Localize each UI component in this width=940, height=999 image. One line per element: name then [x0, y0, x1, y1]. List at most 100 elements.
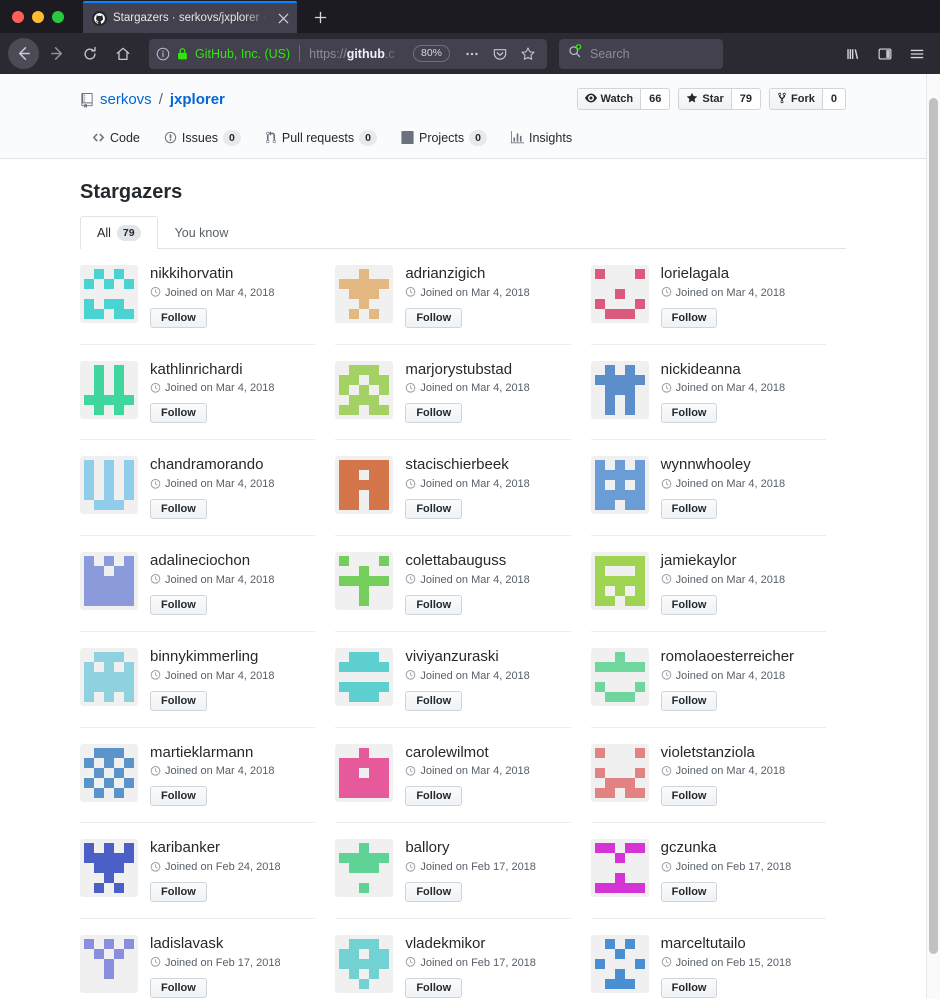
address-bar[interactable]: GitHub, Inc. (US) https://github.c 80%: [149, 38, 547, 69]
browser-tab[interactable]: Stargazers · serkovs/jxplorer · G: [83, 1, 297, 33]
tab-all[interactable]: All 79: [80, 215, 158, 249]
follow-button[interactable]: Follow: [405, 786, 463, 807]
avatar[interactable]: [80, 935, 138, 994]
star-button[interactable]: Star: [678, 88, 731, 111]
info-icon[interactable]: [155, 46, 171, 62]
avatar[interactable]: [590, 360, 649, 419]
follow-button[interactable]: Follow: [150, 882, 207, 903]
new-tab-button[interactable]: [307, 4, 333, 30]
stargazer-username-link[interactable]: karibanker: [150, 839, 299, 858]
forward-button[interactable]: [42, 39, 72, 69]
stargazer-username-link[interactable]: martieklarmann: [150, 744, 299, 763]
page-actions-icon[interactable]: [459, 41, 485, 67]
avatar[interactable]: [590, 552, 649, 611]
stargazer-username-link[interactable]: gczunka: [661, 839, 810, 858]
watch-count[interactable]: 66: [640, 88, 671, 111]
follow-button[interactable]: Follow: [405, 403, 463, 424]
stargazer-username-link[interactable]: kathlinrichardi: [150, 361, 299, 380]
star-count[interactable]: 79: [730, 88, 762, 111]
bookmark-star-icon[interactable]: [515, 41, 541, 67]
follow-button[interactable]: Follow: [660, 977, 718, 998]
follow-button[interactable]: Follow: [660, 786, 718, 807]
repo-nav-code[interactable]: Code: [80, 123, 152, 158]
stargazer-username-link[interactable]: wynnwhooley: [661, 456, 810, 475]
avatar[interactable]: [80, 360, 138, 419]
avatar[interactable]: [335, 552, 394, 611]
avatar[interactable]: [590, 264, 649, 323]
tab-you-know[interactable]: You know: [158, 216, 246, 249]
watch-button-group[interactable]: Watch 66: [576, 88, 671, 111]
fork-count[interactable]: 0: [821, 88, 846, 111]
follow-button[interactable]: Follow: [405, 594, 463, 615]
repo-owner-link[interactable]: serkovs: [100, 90, 152, 110]
avatar[interactable]: [80, 552, 138, 611]
follow-button[interactable]: Follow: [150, 977, 207, 998]
search-input-placeholder[interactable]: Search: [590, 47, 630, 61]
avatar[interactable]: [335, 456, 394, 515]
pocket-icon[interactable]: [487, 41, 513, 67]
stargazer-username-link[interactable]: jamiekaylor: [661, 552, 810, 571]
watch-button[interactable]: Watch: [576, 88, 641, 111]
fork-button-group[interactable]: Fork 0: [769, 88, 846, 111]
avatar[interactable]: [335, 647, 394, 706]
stargazer-username-link[interactable]: colettabauguss: [405, 552, 554, 571]
avatar[interactable]: [335, 839, 394, 898]
avatar[interactable]: [335, 264, 394, 323]
stargazer-username-link[interactable]: adrianzigich: [405, 265, 554, 284]
follow-button[interactable]: Follow: [405, 690, 463, 711]
close-tab-icon[interactable]: [275, 10, 291, 26]
menu-icon[interactable]: [902, 39, 932, 69]
follow-button[interactable]: Follow: [150, 307, 207, 328]
library-icon[interactable]: [838, 39, 868, 69]
follow-button[interactable]: Follow: [405, 499, 463, 520]
avatar[interactable]: [335, 935, 394, 994]
stargazer-username-link[interactable]: romolaoesterreicher: [661, 648, 810, 667]
stargazer-username-link[interactable]: adalineciochon: [150, 552, 299, 571]
avatar[interactable]: [80, 647, 138, 706]
follow-button[interactable]: Follow: [405, 882, 463, 903]
follow-button[interactable]: Follow: [150, 403, 207, 424]
stargazer-username-link[interactable]: carolewilmot: [405, 744, 554, 763]
fork-button[interactable]: Fork: [769, 88, 822, 111]
follow-button[interactable]: Follow: [405, 307, 463, 328]
avatar[interactable]: [80, 839, 138, 898]
search-bar[interactable]: Search: [559, 38, 723, 69]
avatar[interactable]: [80, 743, 138, 802]
follow-button[interactable]: Follow: [405, 977, 463, 998]
back-button[interactable]: [8, 38, 39, 70]
home-button[interactable]: [108, 39, 138, 69]
repo-nav-issues[interactable]: Issues 0: [152, 123, 253, 158]
follow-button[interactable]: Follow: [150, 499, 207, 520]
avatar[interactable]: [590, 456, 649, 515]
stargazer-username-link[interactable]: viviyanzuraski: [405, 648, 554, 667]
avatar[interactable]: [335, 743, 394, 802]
zoom-level-badge[interactable]: 80%: [412, 45, 450, 63]
star-button-group[interactable]: Star 79: [678, 88, 762, 111]
avatar[interactable]: [590, 935, 649, 994]
follow-button[interactable]: Follow: [660, 307, 718, 328]
follow-button[interactable]: Follow: [150, 594, 207, 615]
follow-button[interactable]: Follow: [660, 882, 718, 903]
avatar[interactable]: [590, 839, 649, 898]
follow-button[interactable]: Follow: [660, 403, 718, 424]
repo-nav-insights[interactable]: Insights: [499, 123, 584, 158]
stargazer-username-link[interactable]: ladislavask: [150, 935, 299, 954]
minimize-window-button[interactable]: [32, 10, 44, 23]
follow-button[interactable]: Follow: [150, 786, 207, 807]
reload-button[interactable]: [75, 39, 105, 69]
close-window-button[interactable]: [12, 10, 24, 23]
avatar[interactable]: [590, 743, 649, 802]
repo-nav-pull-requests[interactable]: Pull requests 0: [253, 123, 389, 158]
stargazer-username-link[interactable]: stacischierbeek: [405, 456, 554, 475]
avatar[interactable]: [335, 360, 394, 419]
follow-button[interactable]: Follow: [660, 499, 718, 520]
stargazer-username-link[interactable]: chandramorando: [150, 456, 299, 475]
stargazer-username-link[interactable]: lorielagala: [661, 265, 810, 284]
lock-icon[interactable]: [176, 47, 190, 61]
stargazer-username-link[interactable]: marceltutailo: [661, 935, 810, 954]
stargazer-username-link[interactable]: nikkihorvatin: [150, 265, 299, 284]
stargazer-username-link[interactable]: violetstanziola: [661, 744, 810, 763]
url-text[interactable]: https://github.c: [309, 47, 404, 61]
repo-nav-projects[interactable]: Projects 0: [389, 123, 499, 158]
stargazer-username-link[interactable]: vladekmikor: [405, 935, 554, 954]
